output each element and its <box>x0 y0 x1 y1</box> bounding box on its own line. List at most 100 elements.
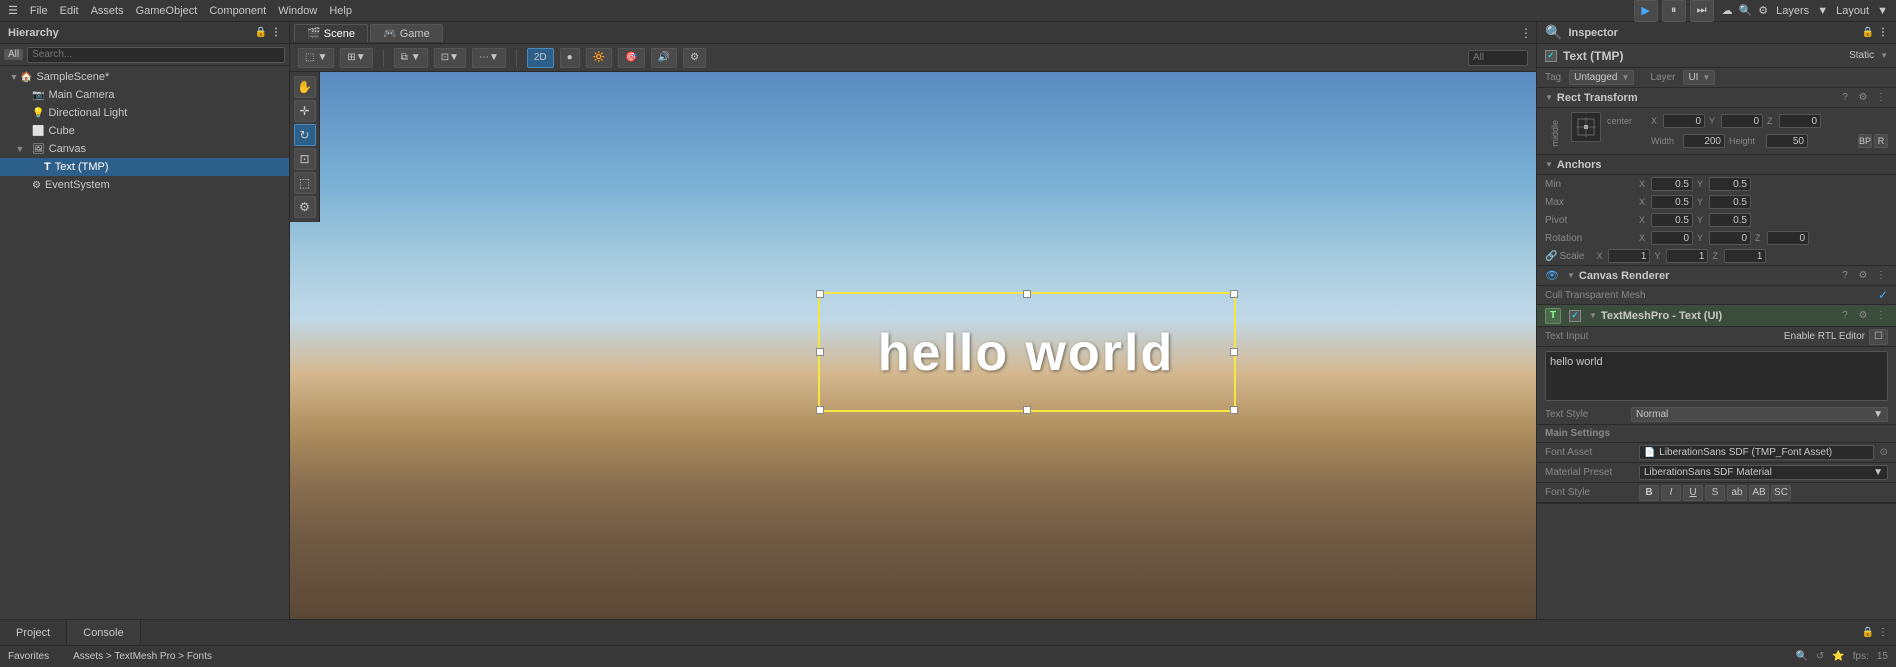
width-input[interactable] <box>1683 134 1725 148</box>
settings-icon[interactable]: ⚙ <box>1758 4 1768 17</box>
layout-dropdown-arrow[interactable]: ▼ <box>1877 5 1888 17</box>
hier-item-samplescene[interactable]: ▼ 🏠 SampleScene* <box>0 68 289 86</box>
scale-z-input[interactable] <box>1724 249 1766 263</box>
tab-console[interactable]: Console <box>67 620 140 645</box>
cull-checkmark[interactable]: ✓ <box>1878 288 1888 302</box>
star-icon[interactable]: ⭐ <box>1832 651 1844 662</box>
inspector-lock-icon[interactable]: 🔒 <box>1862 27 1874 38</box>
scene-view[interactable]: ✋ ✛ ↻ ⊡ ⬚ ⚙ hello world <box>290 72 1536 619</box>
font-style-lowercase[interactable]: ab <box>1727 485 1747 501</box>
material-preset-field[interactable]: LiberationSans SDF Material ▼ <box>1639 465 1888 480</box>
bottom-lock-icon[interactable]: 🔒 <box>1862 627 1874 638</box>
file-menu[interactable]: File <box>30 5 48 17</box>
font-asset-select-icon[interactable]: ⊙ <box>1880 447 1888 458</box>
rect-r-btn[interactable]: R <box>1874 134 1888 148</box>
rect-transform-menu[interactable]: ⋮ <box>1874 91 1888 105</box>
posx-input[interactable] <box>1663 114 1705 128</box>
height-input[interactable] <box>1766 134 1808 148</box>
pause-button[interactable]: ⏸ <box>1662 0 1686 22</box>
tool-rect[interactable]: ⬚ <box>294 172 316 194</box>
tool-rotate[interactable]: ↻ <box>294 124 316 146</box>
tool-hand[interactable]: ✋ <box>294 76 316 98</box>
gameobject-menu[interactable]: GameObject <box>136 5 198 17</box>
hierarchy-lock-icon[interactable]: 🔒 <box>255 27 267 38</box>
anchors-max-y-input[interactable] <box>1709 195 1751 209</box>
rect-bp-btn[interactable]: BP <box>1858 134 1872 148</box>
hier-item-texttmp[interactable]: T Text (TMP) <box>0 158 289 176</box>
layers-label[interactable]: Layers <box>1776 5 1809 17</box>
scene-audio-btn[interactable]: 🔆 <box>586 48 612 68</box>
tmp-header[interactable]: T ✓ ▼ TextMeshPro - Text (UI) ? ⚙ ⋮ <box>1537 305 1896 327</box>
tool-scale[interactable]: ⊡ <box>294 148 316 170</box>
object-active-checkbox[interactable]: ✓ <box>1545 50 1557 62</box>
enable-rtl-toggle[interactable]: ☐ <box>1869 329 1888 345</box>
scene-layout-btn[interactable]: ⊞▼ <box>340 48 372 68</box>
pivot-y-input[interactable] <box>1709 213 1751 227</box>
tab-project[interactable]: Project <box>0 620 67 645</box>
history-icon[interactable]: ↺ <box>1816 651 1824 662</box>
rot-y-input[interactable] <box>1709 231 1751 245</box>
inspector-menu-icon[interactable]: ⋮ <box>1878 27 1888 38</box>
rect-transform-settings[interactable]: ⚙ <box>1856 91 1870 105</box>
scale-x-input[interactable] <box>1608 249 1650 263</box>
hier-item-eventsystem[interactable]: ⚙ EventSystem <box>0 176 289 194</box>
layout-label[interactable]: Layout <box>1836 5 1869 17</box>
assets-menu[interactable]: Assets <box>91 5 124 17</box>
scene-snap-btn[interactable]: ⊡▼ <box>434 48 466 68</box>
scene-fx-btn[interactable]: 🎯 <box>618 48 644 68</box>
window-menu[interactable]: Window <box>278 5 317 17</box>
tmp-settings[interactable]: ⚙ <box>1856 309 1870 323</box>
scene-skybox-btn[interactable]: 🔊 <box>651 48 677 68</box>
unity-logo[interactable]: ☰ <box>8 4 18 17</box>
scene-search[interactable] <box>1468 50 1528 66</box>
font-style-italic[interactable]: I <box>1661 485 1681 501</box>
posy-input[interactable] <box>1721 114 1763 128</box>
tab-game[interactable]: 🎮 Game <box>370 24 443 42</box>
tmp-info[interactable]: ? <box>1838 309 1852 323</box>
anchors-max-x-input[interactable] <box>1651 195 1693 209</box>
scene-fog-btn[interactable]: ⚙ <box>683 48 706 68</box>
component-menu[interactable]: Component <box>209 5 266 17</box>
text-style-dropdown[interactable]: Normal ▼ <box>1631 407 1888 422</box>
hier-item-dirlight[interactable]: 💡 Directional Light <box>0 104 289 122</box>
canvas-renderer-info[interactable]: ? <box>1838 269 1852 283</box>
layer-dropdown[interactable]: UI ▼ <box>1683 70 1715 85</box>
rot-z-input[interactable] <box>1767 231 1809 245</box>
hierarchy-all[interactable]: All <box>4 49 23 60</box>
layers-dropdown-arrow[interactable]: ▼ <box>1817 5 1828 17</box>
canvas-renderer-header[interactable]: 👁 ▼ Canvas Renderer ? ⚙ ⋮ <box>1537 266 1896 286</box>
rect-transform-header[interactable]: ▼ Rect Transform ? ⚙ ⋮ <box>1537 88 1896 108</box>
tag-dropdown[interactable]: Untagged ▼ <box>1569 70 1634 85</box>
anchors-min-x-input[interactable] <box>1651 177 1693 191</box>
canvas-renderer-settings[interactable]: ⚙ <box>1856 269 1870 283</box>
scene-gizmo-btn[interactable]: ⧉▼ <box>394 48 428 68</box>
step-button[interactable]: ⏭ <box>1690 0 1714 22</box>
anchors-min-y-input[interactable] <box>1709 177 1751 191</box>
scene-2d-btn[interactable]: 2D <box>527 48 554 68</box>
hier-item-canvas[interactable]: ▼ 🖼 Canvas <box>0 140 289 158</box>
font-asset-field[interactable]: 📄 LiberationSans SDF (TMP_Font Asset) <box>1639 445 1874 460</box>
scene-more-btn[interactable]: ⋯▼ <box>472 48 506 68</box>
font-style-underline[interactable]: U <box>1683 485 1703 501</box>
rect-transform-info[interactable]: ? <box>1838 91 1852 105</box>
anchor-visual[interactable] <box>1571 112 1601 142</box>
search-icon[interactable]: 🔍 <box>1739 4 1753 17</box>
favorites-label[interactable]: Favorites <box>8 651 49 662</box>
pivot-x-input[interactable] <box>1651 213 1693 227</box>
font-style-smallcaps[interactable]: SC <box>1771 485 1791 501</box>
hierarchy-search[interactable] <box>27 47 285 63</box>
anchors-header[interactable]: ▼ Anchors <box>1537 155 1896 175</box>
hier-item-cube[interactable]: ⬜ Cube <box>0 122 289 140</box>
scene-view-btn[interactable]: ⬚▼ <box>298 48 334 68</box>
hierarchy-menu-icon[interactable]: ⋮ <box>271 27 281 38</box>
static-dropdown-arrow[interactable]: ▼ <box>1880 51 1888 60</box>
edit-menu[interactable]: Edit <box>60 5 79 17</box>
font-style-uppercase[interactable]: AB <box>1749 485 1769 501</box>
font-style-bold[interactable]: B <box>1639 485 1659 501</box>
canvas-renderer-menu[interactable]: ⋮ <box>1874 269 1888 283</box>
scale-y-input[interactable] <box>1666 249 1708 263</box>
tab-scene[interactable]: 🎬 Scene <box>294 24 368 42</box>
tool-move[interactable]: ✛ <box>294 100 316 122</box>
hier-item-maincamera[interactable]: 📷 Main Camera <box>0 86 289 104</box>
tmp-checkbox[interactable]: ✓ <box>1569 310 1581 322</box>
